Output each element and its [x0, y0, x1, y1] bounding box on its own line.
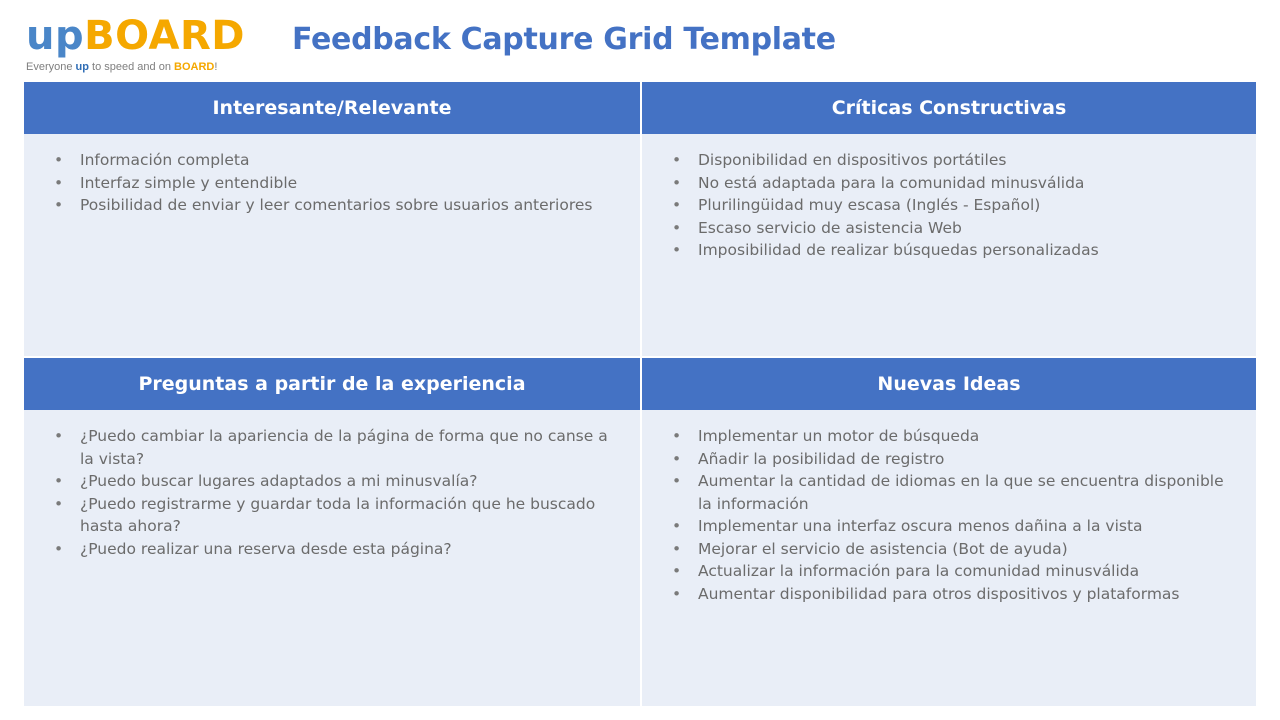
bullet-list: ¿Puedo cambiar la apariencia de la págin… [54, 425, 610, 560]
bullet-list: Implementar un motor de búsqueda Añadir … [672, 425, 1230, 605]
bullet-list: Información completa Interfaz simple y e… [54, 149, 610, 217]
list-item: Disponibilidad en dispositivos portátile… [672, 149, 1226, 172]
page-title: Feedback Capture Grid Template [292, 22, 836, 57]
list-item: Añadir la posibilidad de registro [672, 448, 1230, 471]
list-item: Información completa [54, 149, 610, 172]
list-item: Plurilingüidad muy escasa (Inglés - Espa… [672, 194, 1226, 217]
quadrant-header: Críticas Constructivas [642, 82, 1256, 134]
quadrant-criticas-constructivas: Críticas Constructivas Disponibilidad en… [642, 82, 1256, 356]
list-item: ¿Puedo registrarme y guardar toda la inf… [54, 493, 610, 538]
list-item: Interfaz simple y entendible [54, 172, 610, 195]
logo-board-text: BOARD [84, 13, 245, 59]
tagline-up: up [75, 61, 89, 73]
quadrant-body: Implementar un motor de búsqueda Añadir … [642, 410, 1256, 605]
list-item: Implementar una interfaz oscura menos da… [672, 515, 1230, 538]
list-item: ¿Puedo cambiar la apariencia de la págin… [54, 425, 610, 470]
list-item: ¿Puedo realizar una reserva desde esta p… [54, 538, 610, 561]
tagline-end: ! [214, 61, 218, 73]
list-item: Posibilidad de enviar y leer comentarios… [54, 194, 610, 217]
quadrant-body: Disponibilidad en dispositivos portátile… [642, 134, 1256, 262]
bullet-list: Disponibilidad en dispositivos portátile… [672, 149, 1226, 262]
feedback-grid: Interesante/Relevante Información comple… [24, 82, 1256, 706]
tagline-board: BOARD [174, 61, 215, 73]
list-item: Aumentar la cantidad de idiomas en la qu… [672, 470, 1230, 515]
list-item: No está adaptada para la comunidad minus… [672, 172, 1226, 195]
quadrant-preguntas: Preguntas a partir de la experiencia ¿Pu… [24, 358, 640, 706]
list-item: Imposibilidad de realizar búsquedas pers… [672, 239, 1226, 262]
logo-tagline: Everyone up to speed and on BOARD! [26, 61, 246, 73]
quadrant-body: Información completa Interfaz simple y e… [24, 134, 640, 217]
quadrant-nuevas-ideas: Nuevas Ideas Implementar un motor de bús… [642, 358, 1256, 706]
quadrant-body: ¿Puedo cambiar la apariencia de la págin… [24, 410, 640, 560]
quadrant-header: Interesante/Relevante [24, 82, 640, 134]
list-item: Actualizar la información para la comuni… [672, 560, 1230, 583]
list-item: Mejorar el servicio de asistencia (Bot d… [672, 538, 1230, 561]
list-item: Aumentar disponibilidad para otros dispo… [672, 583, 1230, 606]
list-item: Escaso servicio de asistencia Web [672, 217, 1226, 240]
quadrant-header: Preguntas a partir de la experiencia [24, 358, 640, 410]
logo-wordmark: upBOARD [26, 14, 246, 58]
logo-up-text: up [26, 13, 85, 59]
list-item: Implementar un motor de búsqueda [672, 425, 1230, 448]
quadrant-header: Nuevas Ideas [642, 358, 1256, 410]
upboard-logo: upBOARD Everyone up to speed and on BOAR… [26, 14, 246, 76]
list-item: ¿Puedo buscar lugares adaptados a mi min… [54, 470, 610, 493]
tagline-middle: to speed and on [88, 61, 174, 73]
tagline-prefix: Everyone [26, 61, 76, 73]
quadrant-interesante-relevante: Interesante/Relevante Información comple… [24, 82, 640, 356]
